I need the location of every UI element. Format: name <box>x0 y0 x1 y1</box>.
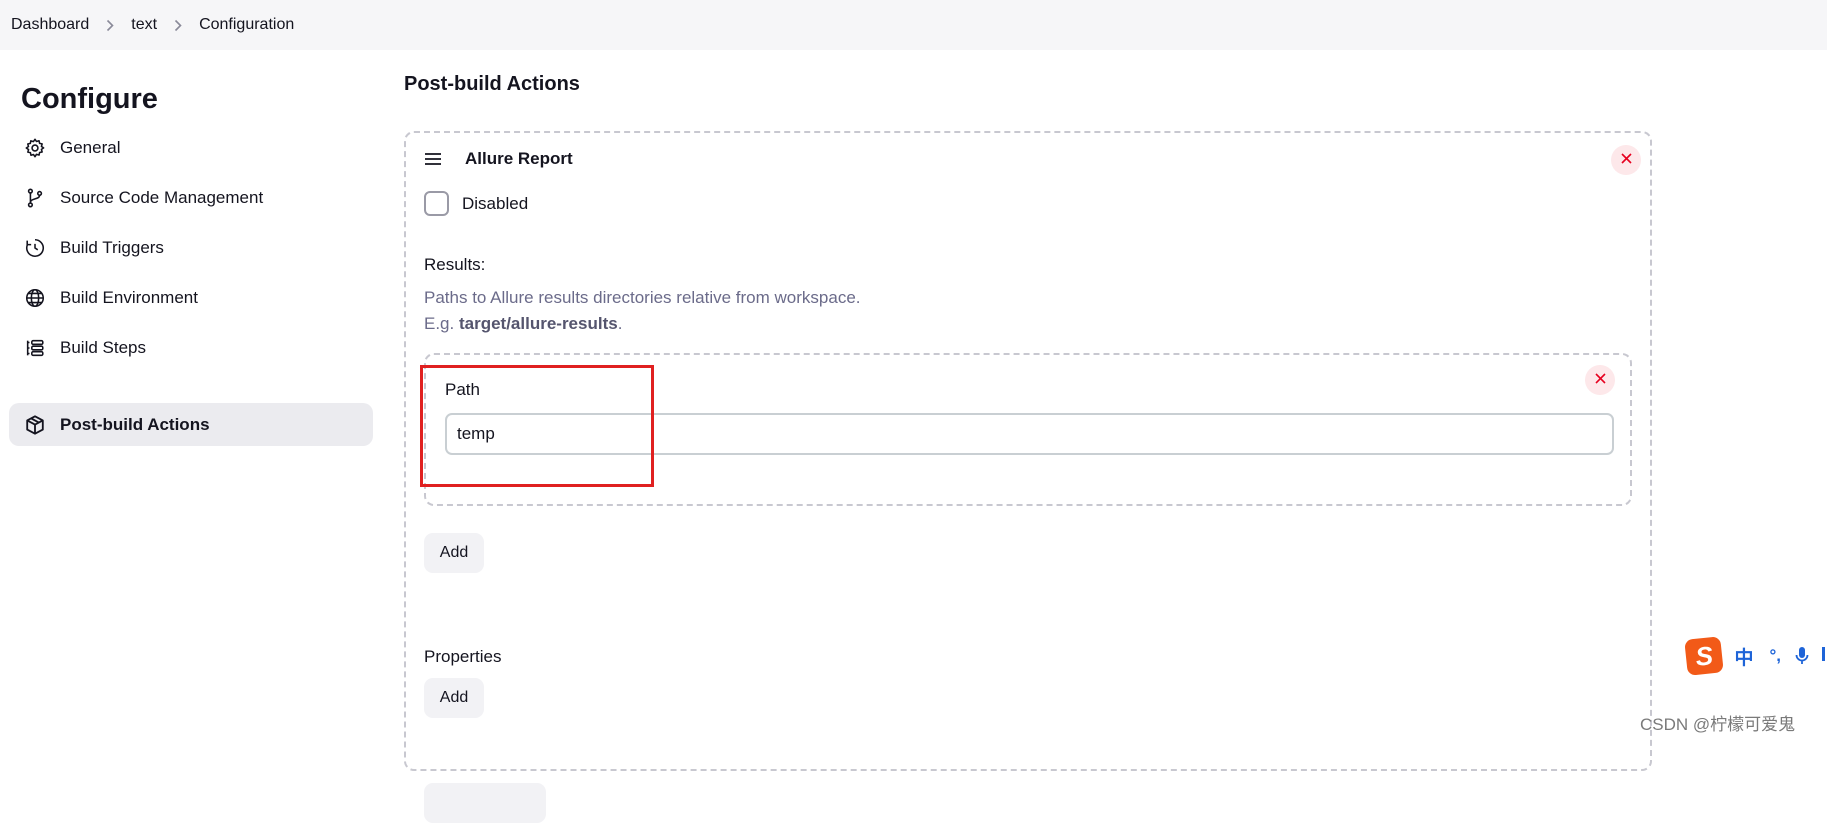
path-label: Path <box>445 380 480 399</box>
help-prefix: E.g. <box>424 314 459 333</box>
page-title: Configure <box>21 83 158 115</box>
breadcrumb-dashboard[interactable]: Dashboard <box>11 16 89 34</box>
clock-icon <box>23 236 47 260</box>
section-title: Post-build Actions <box>404 73 580 95</box>
results-help-text: Paths to Allure results directories rela… <box>424 285 861 337</box>
disabled-checkbox[interactable] <box>424 191 449 216</box>
breadcrumb-configuration[interactable]: Configuration <box>199 16 294 34</box>
sogou-logo-icon[interactable]: S <box>1684 636 1725 676</box>
close-icon <box>1594 371 1606 389</box>
allure-report-card: Allure Report Disabled Results: Paths to… <box>404 131 1652 823</box>
card-header: Allure Report <box>424 149 573 169</box>
main-content: Post-build Actions Allure Report Disable… <box>404 50 1827 823</box>
sidebar-item-label: Build Steps <box>60 337 146 357</box>
ime-more-icon[interactable] <box>1821 645 1827 668</box>
breadcrumb: Dashboard text Configuration <box>0 0 1827 50</box>
sidebar-item-source-code-management[interactable]: Source Code Management <box>9 176 373 219</box>
package-icon <box>23 413 47 437</box>
disabled-label: Disabled <box>462 193 529 213</box>
sidebar-item-label: Source Code Management <box>60 187 264 207</box>
help-line: Paths to Allure results directories rela… <box>424 288 861 307</box>
globe-icon <box>23 286 47 310</box>
add-property-button[interactable]: Add <box>424 678 484 718</box>
chevron-right-icon <box>174 19 182 32</box>
gear-icon <box>23 136 47 160</box>
sidebar-item-label: Post-build Actions <box>60 414 210 434</box>
help-example: target/allure-results <box>458 314 618 333</box>
branch-icon <box>23 186 47 210</box>
ime-punctuation[interactable]: °, <box>1769 646 1781 666</box>
delete-card-button[interactable] <box>1611 145 1641 175</box>
sidebar-item-label: General <box>60 137 121 157</box>
path-input[interactable] <box>445 413 1614 455</box>
add-path-button[interactable]: Add <box>424 533 484 573</box>
sidebar-item-build-steps[interactable]: Build Steps <box>9 326 373 369</box>
sidebar-item-post-build-actions[interactable]: Post-build Actions <box>9 403 373 446</box>
microphone-icon[interactable] <box>1795 646 1809 666</box>
sidebar-item-general[interactable]: General <box>9 126 373 169</box>
help-example-line: E.g. target/allure-results. <box>424 311 861 337</box>
sidebar-item-build-triggers[interactable]: Build Triggers <box>9 226 373 269</box>
path-entry: Path <box>424 353 1632 506</box>
sidebar-item-label: Build Environment <box>60 287 198 307</box>
chevron-right-icon <box>106 19 114 32</box>
drag-handle-icon[interactable] <box>424 149 444 169</box>
ime-mode[interactable]: 中 <box>1734 643 1753 670</box>
close-icon <box>1620 151 1632 169</box>
list-icon <box>23 336 47 360</box>
properties-label: Properties <box>424 647 502 666</box>
sidebar-item-label: Build Triggers <box>60 237 164 257</box>
disabled-checkbox-row[interactable]: Disabled <box>424 191 528 216</box>
card-title: Allure Report <box>465 149 573 168</box>
watermark: CSDN @柠檬可爱鬼 <box>1640 715 1796 734</box>
results-label: Results: <box>424 255 486 274</box>
sidebar-item-build-environment[interactable]: Build Environment <box>9 276 373 319</box>
sidebar: Configure General Source Code Management… <box>0 50 380 741</box>
breadcrumb-job[interactable]: text <box>131 16 157 34</box>
ime-toolbar: S 中 °, <box>1684 636 1827 676</box>
help-suffix: . <box>617 314 623 333</box>
advanced-button[interactable] <box>424 783 546 823</box>
delete-path-button[interactable] <box>1585 365 1615 395</box>
